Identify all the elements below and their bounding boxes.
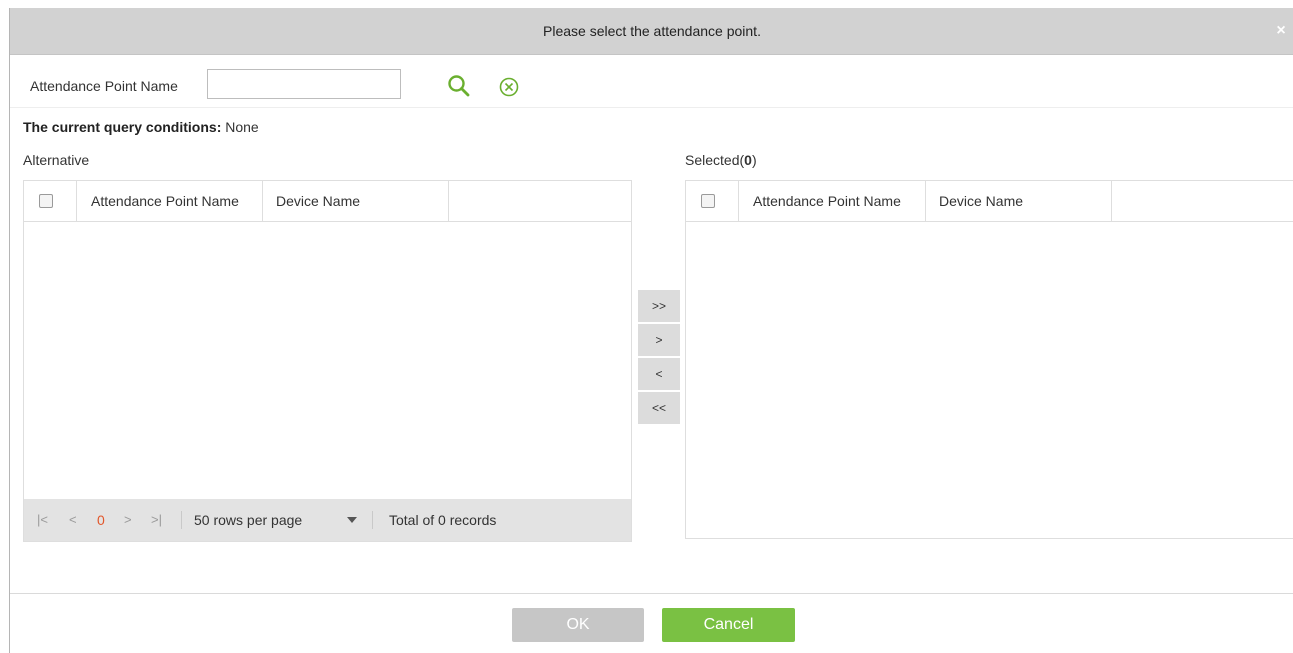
selected-grid: Attendance Point Name Device Name bbox=[685, 180, 1293, 539]
remove-selected-button[interactable]: < bbox=[638, 358, 680, 390]
alternative-grid-header: Attendance Point Name Device Name bbox=[24, 181, 631, 222]
pager-divider bbox=[372, 511, 373, 529]
rows-per-page-select[interactable]: 50 rows per page bbox=[194, 499, 302, 541]
search-row: Attendance Point Name bbox=[10, 55, 1293, 108]
search-icon[interactable] bbox=[446, 73, 472, 99]
add-all-button[interactable]: >> bbox=[638, 290, 680, 322]
alternative-grid: Attendance Point Name Device Name |< < 0… bbox=[23, 180, 632, 542]
last-page-button[interactable]: >| bbox=[151, 499, 162, 541]
alternative-label: Alternative bbox=[23, 152, 90, 168]
ok-button[interactable]: OK bbox=[512, 608, 644, 642]
current-query-conditions: The current query conditions: None bbox=[23, 119, 259, 135]
alternative-pager: |< < 0 > >| 50 rows per page Total of 0 … bbox=[24, 499, 631, 541]
total-records: Total of 0 records bbox=[389, 512, 497, 528]
select-attendance-point-dialog: Please select the attendance point. × At… bbox=[9, 8, 1293, 653]
alternative-col-device-name[interactable]: Device Name bbox=[263, 181, 449, 221]
attendance-point-name-label: Attendance Point Name bbox=[30, 78, 178, 94]
query-conditions-value: None bbox=[225, 119, 259, 135]
close-icon[interactable]: × bbox=[1274, 8, 1288, 54]
selected-col-attendance-point-name[interactable]: Attendance Point Name bbox=[739, 181, 926, 221]
pager-divider bbox=[181, 511, 182, 529]
query-conditions-label: The current query conditions: bbox=[23, 119, 222, 135]
remove-all-button[interactable]: << bbox=[638, 392, 680, 424]
selected-select-all-cell bbox=[686, 181, 739, 221]
dialog-title-bar: Please select the attendance point. × bbox=[10, 8, 1293, 55]
selected-grid-header: Attendance Point Name Device Name bbox=[686, 181, 1293, 222]
add-selected-button[interactable]: > bbox=[638, 324, 680, 356]
current-page-number: 0 bbox=[97, 512, 105, 528]
prev-page-button[interactable]: < bbox=[69, 499, 77, 541]
cancel-button[interactable]: Cancel bbox=[662, 608, 795, 642]
alternative-select-all-cell bbox=[24, 181, 77, 221]
dialog-title: Please select the attendance point. bbox=[543, 23, 761, 39]
clear-search-icon[interactable] bbox=[498, 76, 520, 98]
alternative-select-all-checkbox[interactable] bbox=[39, 194, 53, 208]
chevron-down-icon[interactable] bbox=[347, 517, 357, 523]
selected-col-device-name[interactable]: Device Name bbox=[926, 181, 1112, 221]
selected-select-all-checkbox[interactable] bbox=[701, 194, 715, 208]
selected-label: Selected(0) bbox=[685, 152, 757, 168]
footer-divider bbox=[10, 593, 1293, 594]
next-page-button[interactable]: > bbox=[124, 499, 132, 541]
alternative-col-attendance-point-name[interactable]: Attendance Point Name bbox=[77, 181, 263, 221]
selected-count: 0 bbox=[744, 152, 752, 168]
first-page-button[interactable]: |< bbox=[37, 499, 48, 541]
attendance-point-name-input[interactable] bbox=[207, 69, 401, 99]
